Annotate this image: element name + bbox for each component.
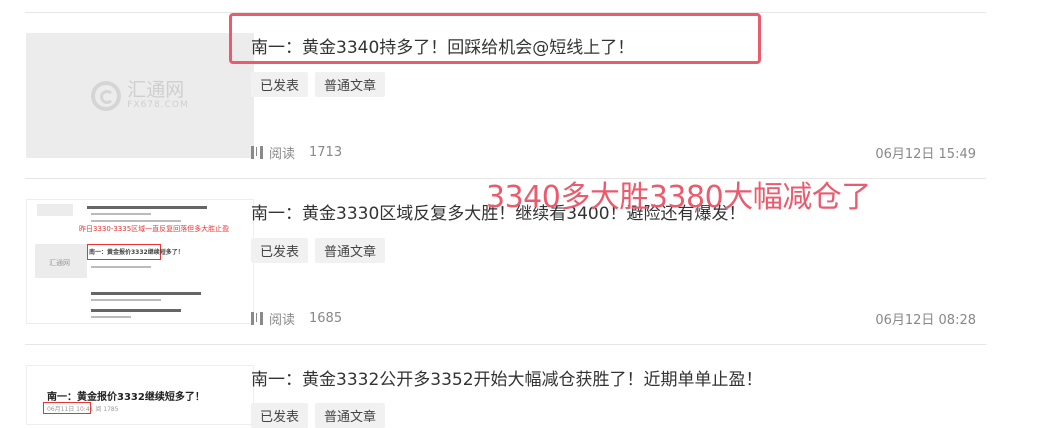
type-tag: 普通文章 — [315, 238, 386, 263]
publish-date: 06月12日 08:28 — [875, 313, 976, 328]
thumb-mini-line — [91, 299, 161, 301]
read-label: 阅读 — [269, 313, 296, 328]
book-icon — [251, 312, 263, 325]
thumb-heading: 南一：黄金报价3332继续短多了！ — [47, 392, 205, 403]
article-tags: 已发表 普通文章 — [251, 72, 386, 97]
thumb-mini-line — [91, 213, 151, 215]
thumb-mini-line — [91, 266, 151, 268]
annotation-note: 3340多大胜3380大幅减仓了 — [486, 180, 871, 215]
thumb-mini-logo — [37, 204, 73, 216]
type-tag: 普通文章 — [315, 72, 386, 97]
article-tags: 已发表 普通文章 — [251, 238, 386, 263]
read-count: 1685 — [309, 311, 343, 326]
book-icon — [251, 146, 263, 159]
article-title[interactable]: 南一：黄金3332公开多3352开始大幅减仓获胜了！近期单单止盈！ — [251, 365, 763, 390]
publish-date: 06月12日 15:49 — [875, 147, 976, 162]
status-tag: 已发表 — [251, 403, 309, 428]
thumb-mini-line — [91, 292, 201, 295]
thumb-red-caption: 昨日3330-3335区域一直反复回落但多大胜止盈 — [79, 225, 230, 233]
article-thumbnail[interactable]: 南一：黄金报价3332继续短多了！ 06月11日 10:41 阅 1785 — [26, 365, 254, 425]
row-divider — [25, 344, 986, 345]
logo-en-text: FX678.COM — [127, 99, 189, 110]
thumb-subtext: 06月11日 10:41 阅 1785 — [47, 406, 119, 413]
status-tag: 已发表 — [251, 72, 309, 97]
thumb-mini-line — [87, 206, 207, 209]
thumb-mini-logo-text: 汇通网 — [49, 259, 70, 267]
logo-cn-text: 汇通网 — [127, 78, 185, 101]
thumb-mini-line — [91, 220, 181, 222]
read-meta: 阅读 1713 — [251, 143, 342, 162]
thumb-mini-line — [91, 316, 131, 318]
read-label: 阅读 — [269, 147, 296, 162]
type-tag: 普通文章 — [315, 403, 386, 428]
article-tags: 已发表 普通文章 — [251, 403, 386, 428]
status-tag: 已发表 — [251, 238, 309, 263]
thumb-mini-line — [91, 309, 181, 312]
fx678-logo-icon — [91, 80, 122, 111]
thumb-boxed-text: 南一：黄金报价3332继续短多了！ — [89, 249, 184, 256]
article-thumbnail[interactable]: 昨日3330-3335区域一直反复回落但多大胜止盈 汇通网 南一：黄金报价333… — [26, 199, 254, 324]
read-meta: 阅读 1685 — [251, 309, 342, 328]
article-thumbnail[interactable]: 汇通网 FX678.COM — [26, 33, 254, 158]
highlight-annotation-box — [229, 13, 761, 64]
fx678-logo: 汇通网 FX678.COM — [91, 78, 189, 111]
read-count: 1713 — [309, 145, 343, 160]
